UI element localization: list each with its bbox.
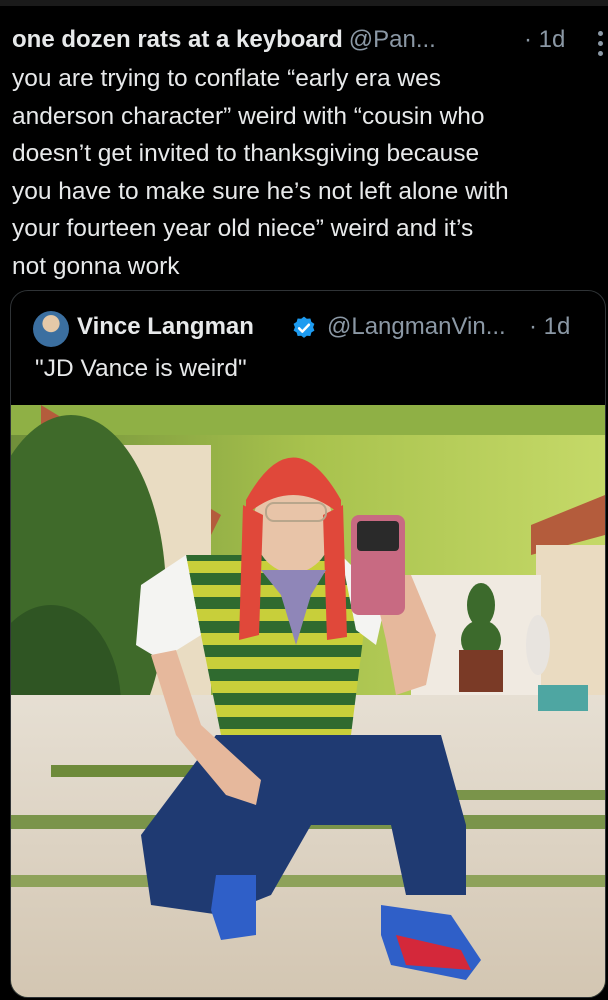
post-photo[interactable] (11, 405, 605, 997)
quoted-post-text: "JD Vance is weird" (35, 355, 247, 382)
quoted-post[interactable]: Vince Langman @LangmanVin... · 1d "JD Va… (10, 290, 606, 998)
quoted-timestamp[interactable]: · 1d (529, 313, 570, 341)
author-name[interactable]: one dozen rats at a keyboard (12, 26, 343, 53)
top-divider (0, 0, 608, 6)
post-timestamp[interactable]: · 1d (524, 26, 565, 54)
avatar[interactable] (33, 311, 69, 347)
post-header: one dozen rats at a keyboard @Pan... · 1d (12, 26, 603, 60)
post-text: you are trying to conflate “early era we… (12, 65, 509, 280)
quoted-post-header: Vince Langman @LangmanVin... · 1d (33, 309, 593, 349)
quoted-author-handle[interactable]: @LangmanVin... (327, 313, 506, 341)
verified-badge-icon (293, 316, 315, 338)
author-handle[interactable]: @Pan... (349, 26, 436, 53)
more-vertical-icon[interactable] (590, 26, 608, 58)
quoted-author-name[interactable]: Vince Langman (77, 313, 254, 341)
